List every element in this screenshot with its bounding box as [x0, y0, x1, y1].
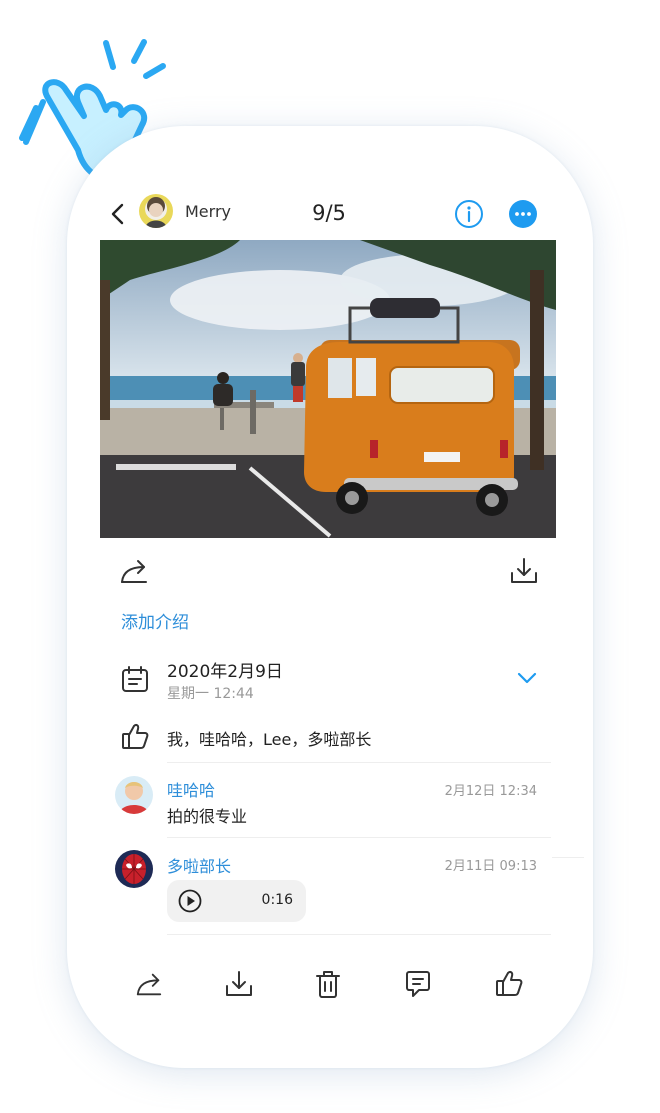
chevron-left-icon[interactable]: [108, 202, 128, 226]
commenter-avatar[interactable]: [115, 776, 153, 814]
like-icon[interactable]: [494, 968, 524, 998]
photo-date: 2020年2月9日: [167, 662, 283, 682]
comment-time: 2月11日 09:13: [444, 859, 537, 874]
play-icon[interactable]: [178, 889, 202, 913]
liked-by-names: 我，哇哈哈，Lee，多啦部长: [167, 730, 372, 749]
chevron-down-icon[interactable]: [516, 670, 538, 686]
comment-icon[interactable]: [403, 968, 433, 1000]
like-icon: [122, 724, 149, 749]
download-icon[interactable]: [508, 555, 540, 587]
voice-duration: 0:16: [261, 892, 293, 908]
divider: [167, 762, 551, 763]
comment-text: 拍的很专业: [167, 807, 248, 826]
download-icon[interactable]: [223, 968, 255, 1000]
add-intro-link[interactable]: 添加介绍: [121, 608, 189, 633]
commenter-name[interactable]: 哇哈哈: [167, 777, 215, 801]
username[interactable]: Merry: [185, 202, 231, 221]
photo-counter: 9/5: [312, 201, 346, 225]
commenter-name[interactable]: 多啦部长: [167, 853, 231, 877]
info-icon[interactable]: [454, 199, 484, 229]
delete-icon[interactable]: [313, 968, 343, 1000]
main-photo[interactable]: [100, 240, 556, 538]
voice-message[interactable]: 0:16: [167, 880, 306, 922]
user-avatar[interactable]: [139, 194, 173, 228]
divider: [167, 934, 551, 935]
calendar-icon: [122, 666, 148, 692]
share-icon[interactable]: [134, 970, 164, 998]
comment-time: 2月12日 12:34: [444, 784, 537, 799]
divider: [167, 837, 551, 838]
photo-weekday-time: 星期一 12:44: [167, 686, 254, 702]
more-icon[interactable]: [508, 199, 538, 229]
commenter-avatar[interactable]: [115, 850, 153, 888]
share-icon[interactable]: [118, 556, 150, 586]
divider: [552, 857, 584, 858]
